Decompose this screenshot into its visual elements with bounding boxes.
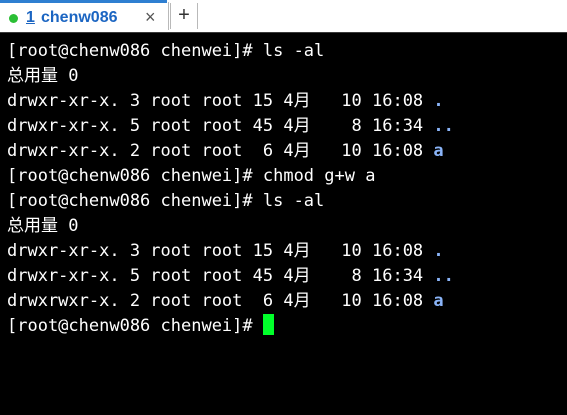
directory-name: a — [433, 291, 444, 311]
terminal-line: 总用量 0 — [7, 64, 78, 89]
terminal-line: [root@chenw086 chenwei]# ls -al — [7, 189, 324, 214]
terminal-line: drwxr-xr-x. 2 root root 6 4月 10 16:08 a — [7, 139, 444, 164]
tab-divider — [168, 2, 169, 30]
directory-name: . — [433, 241, 444, 261]
terminal-line: [root@chenw086 chenwei]# ls -al — [7, 39, 324, 64]
terminal-line: drwxr-xr-x. 5 root root 45 4月 8 16:34 .. — [7, 264, 454, 289]
terminal-line-text: [root@chenw086 chenwei]# ls -al — [7, 41, 325, 61]
tab-title: chenw086 — [41, 9, 118, 26]
terminal-cursor — [262, 314, 274, 335]
directory-name: . — [433, 91, 444, 111]
terminal-line-text: drwxr-xr-x. 3 root root 15 4月 10 16:08 — [7, 241, 434, 261]
terminal-line-text: [root@chenw086 chenwei]# ls -al — [7, 191, 325, 211]
terminal-line-text: 总用量 0 — [7, 216, 79, 236]
directory-name: .. — [433, 116, 454, 136]
terminal-prompt-line[interactable]: [root@chenw086 chenwei]# — [7, 314, 274, 339]
terminal-line-text: drwxr-xr-x. 5 root root 45 4月 8 16:34 — [7, 266, 434, 286]
terminal-line-text: drwxrwxr-x. 2 root root 6 4月 10 16:08 — [7, 291, 434, 311]
terminal-output[interactable]: [root@chenw086 chenwei]# ls -al 总用量 0 dr… — [0, 32, 567, 415]
connection-status-icon — [9, 14, 18, 23]
terminal-line: drwxr-xr-x. 3 root root 15 4月 10 16:08 . — [7, 239, 444, 264]
directory-name: a — [433, 141, 444, 161]
tab-chenw086[interactable]: 1 chenw086 × — [0, 0, 167, 32]
terminal-line-text: drwxr-xr-x. 5 root root 45 4月 8 16:34 — [7, 116, 434, 136]
close-icon[interactable]: × — [145, 7, 156, 27]
terminal-line-text: 总用量 0 — [7, 66, 79, 86]
tab-bar: 1 chenw086 × + — [0, 0, 567, 32]
terminal-line-text: drwxr-xr-x. 2 root root 6 4月 10 16:08 — [7, 141, 434, 161]
terminal-line: [root@chenw086 chenwei]# chmod g+w a — [7, 164, 375, 189]
terminal-line-text: drwxr-xr-x. 3 root root 15 4月 10 16:08 — [7, 91, 434, 111]
terminal-line: drwxrwxr-x. 2 root root 6 4月 10 16:08 a — [7, 289, 444, 314]
terminal-line: drwxr-xr-x. 3 root root 15 4月 10 16:08 . — [7, 89, 444, 114]
terminal-line-text: [root@chenw086 chenwei]# chmod g+w a — [7, 166, 376, 186]
terminal-line: drwxr-xr-x. 5 root root 45 4月 8 16:34 .. — [7, 114, 454, 139]
terminal-line: 总用量 0 — [7, 214, 78, 239]
new-tab-button[interactable]: + — [170, 3, 198, 29]
tab-number: 1 — [26, 9, 35, 26]
terminal-prompt: [root@chenw086 chenwei]# — [7, 316, 263, 336]
directory-name: .. — [433, 266, 454, 286]
